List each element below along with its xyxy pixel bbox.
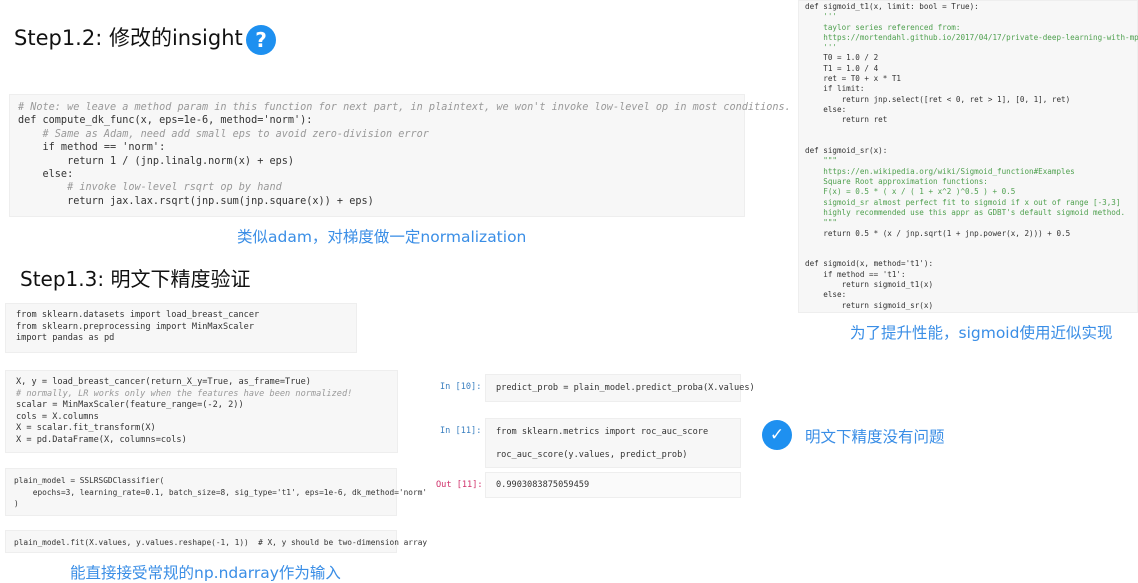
code-line: X, y = load_breast_cancer(return_X_y=Tru… xyxy=(16,377,311,387)
code-line: epochs=3, learning_rate=0.1, batch_size=… xyxy=(14,487,428,497)
step12-caption: 类似adam，对梯度做一定normalization xyxy=(237,228,527,246)
auc-value: 0.9903083875059459 xyxy=(496,480,590,490)
step13-title: Step1.3: 明文下精度验证 xyxy=(20,267,251,291)
code-line: else: xyxy=(805,290,847,300)
code-line: import pandas as pd xyxy=(16,333,115,343)
output-cell-out11: 0.9903083875059459 xyxy=(485,472,741,498)
notebook-cell-in10[interactable]: predict_prob = plain_model.predict_proba… xyxy=(485,374,755,402)
code-line: if method == 'norm': xyxy=(18,142,166,154)
code-line: ''' xyxy=(805,43,838,53)
code-line: ret = T0 + x * T1 xyxy=(805,74,902,84)
eval-caption: 明文下精度没有问题 xyxy=(805,428,945,446)
sigmoid-code-block: def sigmoid_t1(x, limit: bool = True): '… xyxy=(798,0,1138,313)
code-line: return sigmoid_sr(x) xyxy=(805,300,934,310)
notebook-cell-in11[interactable]: from sklearn.metrics import roc_auc_scor… xyxy=(485,418,741,468)
code-line: # invoke low-level rsqrt op by hand xyxy=(18,182,282,194)
code-line: highly recommended use this appr as GDBT… xyxy=(805,207,1126,217)
code-line: from sklearn.metrics import roc_auc_scor… xyxy=(496,427,709,437)
code-line: else: xyxy=(18,168,74,180)
code-line: # Note: we leave a method param in this … xyxy=(18,102,791,113)
code-line: def sigmoid_t1(x, limit: bool = True): xyxy=(805,2,979,11)
code-line: cols = X.columns xyxy=(16,411,99,422)
code-line: T0 = 1.0 / 2 xyxy=(805,53,879,63)
code-line: return ret xyxy=(805,115,888,125)
in10-prompt: In [10]: xyxy=(440,382,482,392)
code-line: plain_model.fit(X.values, y.values.resha… xyxy=(14,538,428,547)
code-line: from sklearn.preprocessing import MinMax… xyxy=(16,321,254,332)
code-line: return jnp.select([ret < 0, ret > 1], [0… xyxy=(805,94,1071,104)
code-line: """ xyxy=(805,156,838,166)
in11-prompt: In [11]: xyxy=(440,426,482,436)
code-line: scalar = MinMaxScaler(feature_range=(-2,… xyxy=(16,400,244,410)
code-line: def sigmoid_sr(x): xyxy=(805,146,888,156)
code-line: ''' xyxy=(805,12,838,22)
code-line: from sklearn.datasets import load_breast… xyxy=(16,310,260,320)
code-line: else: xyxy=(805,104,847,114)
code-line: def sigmoid(x, method='t1'): xyxy=(805,259,934,269)
check-icon: ✓ xyxy=(762,420,792,450)
code-line: plain_model = SSLRSGDClassifier( xyxy=(14,476,165,485)
code-line: sigmoid_sr almost perfect fit to sigmoid… xyxy=(805,197,1121,207)
notebook-cell-fit[interactable]: plain_model.fit(X.values, y.values.resha… xyxy=(5,530,428,553)
code-line: # normally, LR works only when the featu… xyxy=(16,388,353,399)
notebook-cell-model[interactable]: plain_model = SSLRSGDClassifier( epochs=… xyxy=(5,468,428,516)
notebook-cell-imports[interactable]: from sklearn.datasets import load_breast… xyxy=(5,303,357,353)
code-line: F(x) = 0.5 * ( x / ( 1 + x^2 )^0.5 ) + 0… xyxy=(805,187,1016,197)
code-line: X = pd.DataFrame(X, columns=cols) xyxy=(16,434,187,445)
out11-prompt: Out [11]: xyxy=(436,480,483,490)
notebook-cell-load-data[interactable]: X, y = load_breast_cancer(return_X_y=Tru… xyxy=(5,370,398,453)
code-line: X = scalar.fit_transform(X) xyxy=(16,423,156,433)
step13-caption: 能直接接受常规的np.ndarray作为输入 xyxy=(70,564,341,582)
code-line: def compute_dk_func(x, eps=1e-6, method=… xyxy=(18,115,313,127)
code-line: https://en.wikipedia.org/wiki/Sigmoid_fu… xyxy=(805,166,1075,176)
code-line: return jax.lax.rsqrt(jnp.sum(jnp.square(… xyxy=(18,195,374,207)
code-line: predict_prob = plain_model.predict_proba… xyxy=(496,383,755,393)
code-line: if limit: xyxy=(805,84,865,94)
code-line: ) xyxy=(14,499,19,508)
code-line: return 1 / (jnp.linalg.norm(x) + eps) xyxy=(18,155,295,167)
code-line: """ xyxy=(805,218,838,228)
code-line: # Same as Adam, need add small eps to av… xyxy=(18,128,429,140)
code-line: roc_auc_score(y.values, predict_prob) xyxy=(496,450,688,460)
code-line: T1 = 1.0 / 4 xyxy=(805,63,879,73)
question-icon: ? xyxy=(246,25,276,55)
code-line: return 0.5 * (x / jnp.sqrt(1 + jnp.power… xyxy=(805,228,1071,238)
code-line: Square Root approximation functions: xyxy=(805,177,988,187)
sigmoid-caption: 为了提升性能，sigmoid使用近似实现 xyxy=(850,324,1113,342)
code-line: return sigmoid_t1(x) xyxy=(805,280,934,290)
code-line: https://mortendahl.github.io/2017/04/17/… xyxy=(805,32,1138,42)
step12-title: Step1.2: 修改的insight xyxy=(14,26,243,50)
code-line: if method == 't1': xyxy=(805,269,906,279)
code-line: taylor series referenced from: xyxy=(805,22,961,32)
compute-dk-code-block: # Note: we leave a method param in this … xyxy=(9,94,791,217)
